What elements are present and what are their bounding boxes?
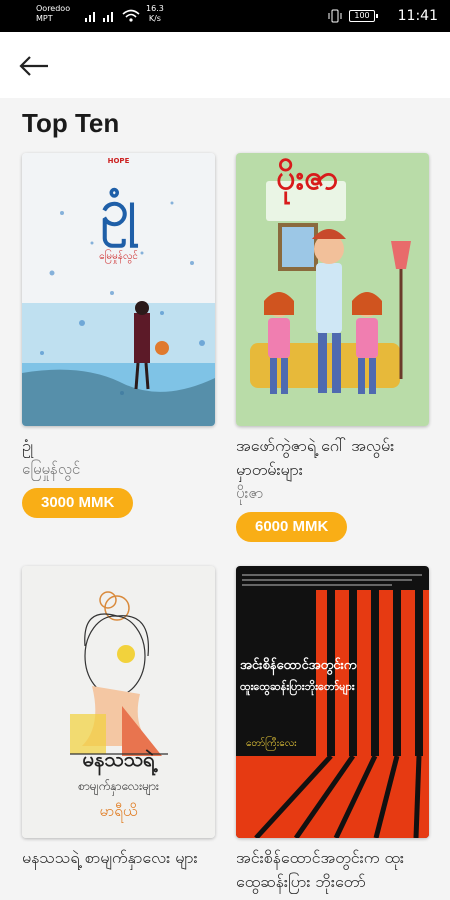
cover-headline: အင်းစိန်ထောင်အတွင်းက [240, 658, 357, 673]
book-author: မြေမှုန်လွင် [22, 460, 81, 478]
cover-byline: တော်ကြီးလေး [246, 738, 297, 749]
status-bar: Ooredoo MPT 16.3 K/s 100 11:41 [0, 0, 450, 32]
vibrate-icon [328, 9, 342, 23]
price-badge[interactable]: 6000 MMK [236, 512, 348, 542]
book-cover[interactable]: ပိုးဇာ [236, 153, 429, 426]
carrier-label: Ooredoo MPT [36, 4, 71, 23]
book-card[interactable]: HOPE ဥုံ မြေမှုန်လွင် ဥုံ မြေမှုန်လွင် 3… [22, 153, 215, 518]
net-speed-value: 16.3 [146, 4, 164, 13]
back-button[interactable] [14, 46, 54, 86]
wifi-icon [122, 9, 140, 22]
price-badge[interactable]: 3000 MMK [22, 488, 134, 518]
cover-headline: ဥုံ [101, 179, 136, 237]
cover-headline: ပိုးဇာ [276, 158, 339, 198]
cover-byline: မာရီယိ [99, 802, 138, 820]
book-cover[interactable]: မနသသရဲ့ စာမျက်နှာလေးများ မာရီယိ [22, 566, 215, 838]
book-card[interactable]: မနသသရဲ့ စာမျက်နှာလေးများ မာရီယိ မနသသရဲ့ … [22, 566, 215, 870]
signal-icon [85, 12, 95, 22]
book-cover[interactable]: အင်းစိန်ထောင်အတွင်းက ထူးထွေဆန်းပြားဘိုးတ… [236, 566, 429, 838]
signal-icon-2 [103, 12, 113, 22]
book-title[interactable]: မနသသရဲ့ စာမျက်နှာလေး များ [22, 846, 215, 870]
book-card[interactable]: ပိုးဇာ အဖော်ကွဲဇာရဲ့ ဂေါ် အလွမ်းမှာတမ်းမ… [236, 153, 429, 542]
app-bar [0, 32, 450, 98]
book-cover-art [236, 566, 429, 838]
book-title[interactable]: ဥုံ [22, 434, 215, 458]
cover-subline: စာမျက်နှာလေးများ [78, 779, 159, 793]
book-title[interactable]: အဖော်ကွဲဇာရဲ့ ဂေါ် အလွမ်းမှာတမ်းများ [236, 434, 429, 482]
publisher-logo: HOPE [107, 157, 130, 165]
cover-byline: မြေမှုန်လွင် [99, 251, 138, 262]
arrow-left-icon [19, 56, 48, 76]
book-title[interactable]: အင်းစိန်ထောင်အတွင်းက ထုးထွေဆန်းပြား ဘိုး… [236, 846, 429, 894]
clock: 11:41 [397, 8, 438, 24]
cover-headline: မနသသရဲ့ [82, 747, 155, 771]
battery-icon: 100 [349, 10, 378, 22]
net-speed: 16.3 K/s [146, 4, 164, 24]
net-speed-unit: K/s [148, 14, 161, 23]
book-cover[interactable]: HOPE ဥုံ မြေမှုန်လွင် [22, 153, 215, 426]
section-title: Top Ten [22, 108, 120, 138]
book-cover-art [22, 566, 215, 838]
book-author: ပိုးဇာ [236, 484, 264, 502]
book-card[interactable]: အင်းစိန်ထောင်အတွင်းက ထူးထွေဆန်းပြားဘိုးတ… [236, 566, 429, 894]
cover-subline: ထူးထွေဆန်းပြားဘိုးတော်များ [240, 680, 355, 693]
